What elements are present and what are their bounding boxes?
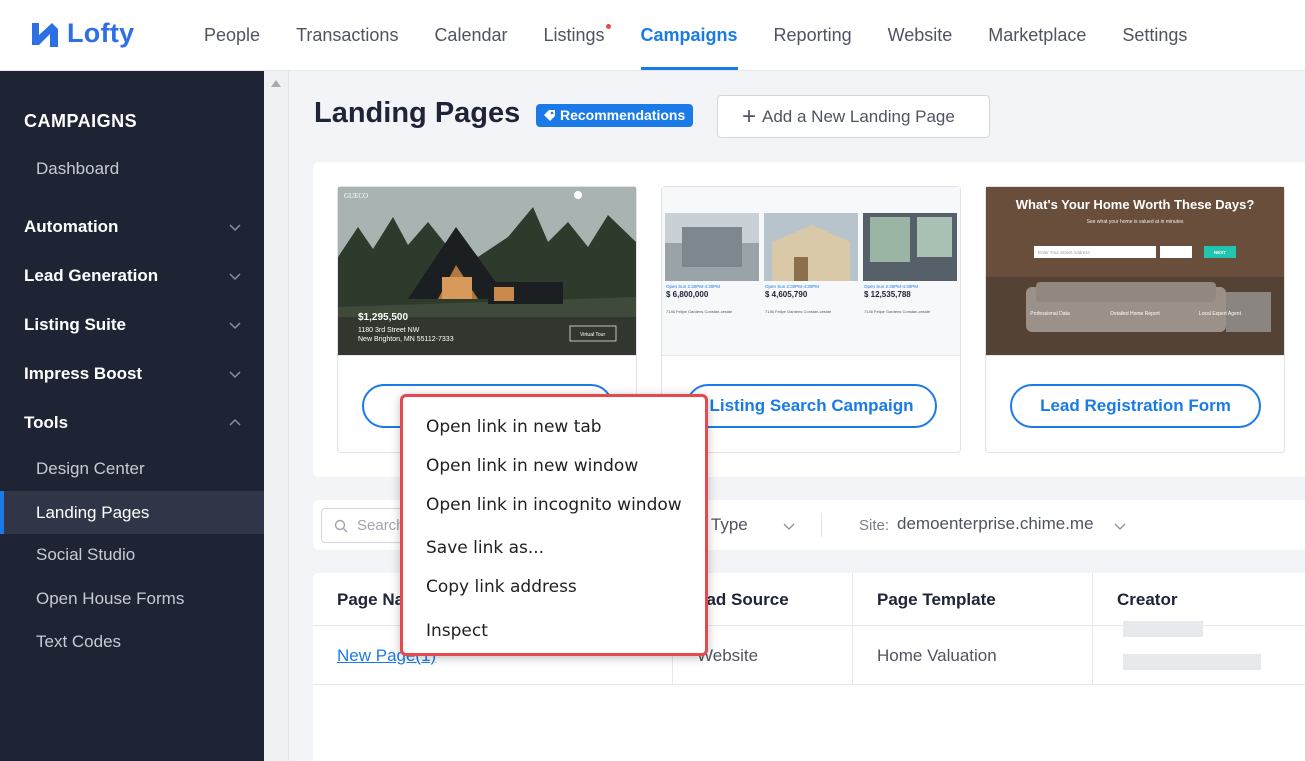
sidebar-item-design-center[interactable]: Design Center [0, 447, 264, 490]
lofty-logo[interactable]: Lofty [30, 18, 134, 49]
sidebar-scrollbar[interactable] [264, 71, 289, 761]
chevron-down-icon [229, 224, 241, 232]
tag-icon [544, 110, 555, 121]
sidebar-title: CAMPAIGNS [24, 111, 138, 131]
listing1-price: $ 6,800,000 [666, 290, 709, 299]
chevron-down-icon [229, 371, 241, 379]
property-preview-image: GUECO $1,295,500 1180 3rd Street NW New … [338, 187, 636, 356]
scroll-up-arrow-icon[interactable] [271, 80, 281, 87]
lead-registration-form-button[interactable]: Lead Registration Form [1010, 384, 1261, 428]
lead-preview-address-field: Enter Your Street Address [1038, 250, 1091, 255]
lead-preview-headline: What's Your Home Worth These Days? [1016, 197, 1255, 212]
template-card-lead-registration[interactable]: What's Your Home Worth These Days? See w… [985, 186, 1285, 453]
listing3-address: 7146 Felipe Gardens Constan-ceside [864, 309, 931, 314]
sidebar-group-impress-boost[interactable]: Impress Boost [0, 352, 264, 395]
listing2-address: 7146 Felipe Gardens Constan-ceside [765, 309, 832, 314]
nav-people[interactable]: People [186, 0, 278, 70]
add-landing-page-label: Add a New Landing Page [762, 106, 955, 126]
sidebar-item-dashboard[interactable]: Dashboard [0, 147, 264, 190]
nav-reporting[interactable]: Reporting [756, 0, 870, 70]
menu-open-incognito[interactable]: Open link in incognito window [426, 495, 682, 515]
nav-calendar[interactable]: Calendar [416, 0, 525, 70]
brand-name: Lofty [67, 18, 135, 48]
preview-logo: GUECO [344, 192, 368, 200]
lead-preview-feature3: Local Expert Agent [1199, 311, 1242, 317]
chevron-down-icon[interactable] [783, 520, 795, 532]
lead-preview-subtext: See what your home is valued at in minut… [1087, 219, 1184, 225]
context-menu: Open link in new tab Open link in new wi… [400, 394, 708, 656]
column-header-page-template[interactable]: Page Template [853, 573, 1093, 626]
search-icon [334, 519, 348, 532]
site-label: Site: [859, 517, 890, 534]
chevron-down-icon[interactable] [1114, 520, 1126, 532]
nav-marketplace[interactable]: Marketplace [970, 0, 1104, 70]
preview-address-line1: 1180 3rd Street NW [358, 327, 420, 334]
menu-open-new-window[interactable]: Open link in new window [426, 456, 638, 476]
sidebar-group-label: Impress Boost [24, 364, 143, 383]
nav-campaigns[interactable]: Campaigns [623, 0, 756, 70]
nav-transactions[interactable]: Transactions [278, 0, 416, 70]
sidebar-group-listing-suite[interactable]: Listing Suite [0, 303, 264, 346]
listing1-address: 7146 Felipe Gardens Constan-ceside [666, 309, 733, 314]
preview-price: $1,295,500 [358, 312, 408, 323]
nav-listings[interactable]: Listings [525, 0, 622, 70]
listing2-price: $ 4,605,790 [765, 290, 808, 299]
sidebar: CAMPAIGNS Dashboard Automation Lead Gene… [0, 71, 264, 761]
notification-dot [605, 24, 611, 29]
listing3-price: $ 12,535,788 [864, 290, 911, 299]
preview-virtual-tour: Virtual Tour [580, 332, 605, 338]
recommendations-label: Recommendations [560, 107, 686, 123]
page-title: Landing Pages [314, 97, 521, 129]
cell-page-template: Home Valuation [853, 626, 1093, 685]
column-header-creator[interactable]: Creator [1093, 573, 1305, 626]
listing3-open: Open Sun 2:30PM-4:30PM [864, 284, 918, 289]
lead-preview-feature1: Professional Data [1030, 311, 1070, 317]
sidebar-group-label: Listing Suite [24, 315, 126, 334]
creator-avatar-redacted [1123, 621, 1203, 637]
sidebar-item-landing-pages[interactable]: Landing Pages [0, 491, 264, 534]
lofty-logo-icon [32, 22, 58, 47]
lead-preview-next: NEXT [1214, 250, 1226, 255]
sidebar-group-tools[interactable]: Tools [0, 401, 264, 444]
cell-creator [1093, 621, 1305, 685]
nav-listings-label: Listings [543, 25, 605, 45]
listing-search-preview-image: Open Sun 2:30PM-4:30PM $ 6,800,000 7146 … [662, 187, 960, 356]
menu-open-new-tab[interactable]: Open link in new tab [426, 417, 602, 437]
listing-search-campaign-button[interactable]: Listing Search Campaign [686, 384, 937, 428]
search-placeholder: Search [357, 517, 405, 534]
chevron-down-icon [229, 322, 241, 330]
nav-settings[interactable]: Settings [1104, 0, 1205, 70]
filter-divider [821, 513, 822, 537]
listing1-open: Open Sun 2:30PM-4:30PM [666, 284, 720, 289]
sidebar-group-label: Automation [24, 217, 119, 236]
lead-registration-preview-image: What's Your Home Worth These Days? See w… [986, 187, 1284, 356]
preview-address-line2: New Brighton, MN 55112-7333 [358, 336, 454, 343]
sidebar-item-open-house-forms[interactable]: Open House Forms [0, 577, 264, 620]
add-landing-page-button[interactable]: + Add a New Landing Page [717, 95, 990, 138]
top-navigation-bar: Lofty People Transactions Calendar Listi… [0, 0, 1305, 71]
chevron-up-icon [229, 418, 241, 426]
sidebar-group-label: Tools [24, 413, 69, 432]
menu-copy-link-address[interactable]: Copy link address [426, 577, 577, 597]
listing2-open: Open Sun 2:30PM-4:30PM [765, 284, 819, 289]
sidebar-group-automation[interactable]: Automation [0, 205, 264, 248]
lead-preview-feature2: Detailed Home Report [1110, 311, 1160, 317]
sidebar-group-lead-generation[interactable]: Lead Generation [0, 254, 264, 297]
nav-website[interactable]: Website [870, 0, 971, 70]
menu-save-link-as[interactable]: Save link as... [426, 538, 544, 558]
sidebar-item-text-codes[interactable]: Text Codes [0, 620, 264, 663]
menu-inspect[interactable]: Inspect [426, 621, 488, 641]
creator-name-redacted [1123, 654, 1261, 670]
plus-icon: + [742, 102, 757, 130]
recommendations-badge[interactable]: Recommendations [536, 104, 694, 127]
chevron-down-icon [229, 273, 241, 281]
site-select[interactable]: demoenterprise.chime.me [897, 514, 1094, 534]
sidebar-group-label: Lead Generation [24, 266, 159, 285]
sidebar-item-social-studio[interactable]: Social Studio [0, 533, 264, 576]
main-nav: People Transactions Calendar Listings Ca… [186, 0, 1205, 70]
